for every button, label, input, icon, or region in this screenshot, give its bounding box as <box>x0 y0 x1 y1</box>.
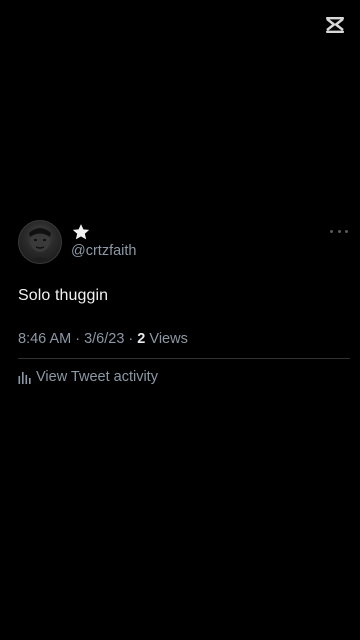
view-tweet-activity-button[interactable]: View Tweet activity <box>18 369 350 385</box>
bar-chart-icon <box>18 371 31 384</box>
more-options-button[interactable] <box>328 225 350 237</box>
tweet-detail: @crtzfaith Solo thuggin 8:46 AM · 3/6/23… <box>18 220 350 385</box>
views-label: Views <box>145 331 188 347</box>
activity-label: View Tweet activity <box>36 369 158 385</box>
tweet-text: Solo thuggin <box>18 287 109 304</box>
user-handle[interactable]: @crtzfaith <box>71 243 136 259</box>
user-meta: @crtzfaith <box>71 222 136 259</box>
star-icon[interactable] <box>71 222 91 242</box>
capcut-logo-icon <box>324 14 346 36</box>
tweet-meta: 8:46 AM · 3/6/23 · 2 Views <box>18 331 350 347</box>
divider <box>18 358 350 359</box>
tweet-header: @crtzfaith <box>18 220 350 264</box>
more-dot <box>345 229 348 233</box>
avatar[interactable] <box>18 220 62 264</box>
tweet-timestamp[interactable]: 8:46 AM · 3/6/23 · <box>18 331 137 347</box>
more-horizontal-icon <box>330 229 333 233</box>
more-dot <box>337 229 341 233</box>
